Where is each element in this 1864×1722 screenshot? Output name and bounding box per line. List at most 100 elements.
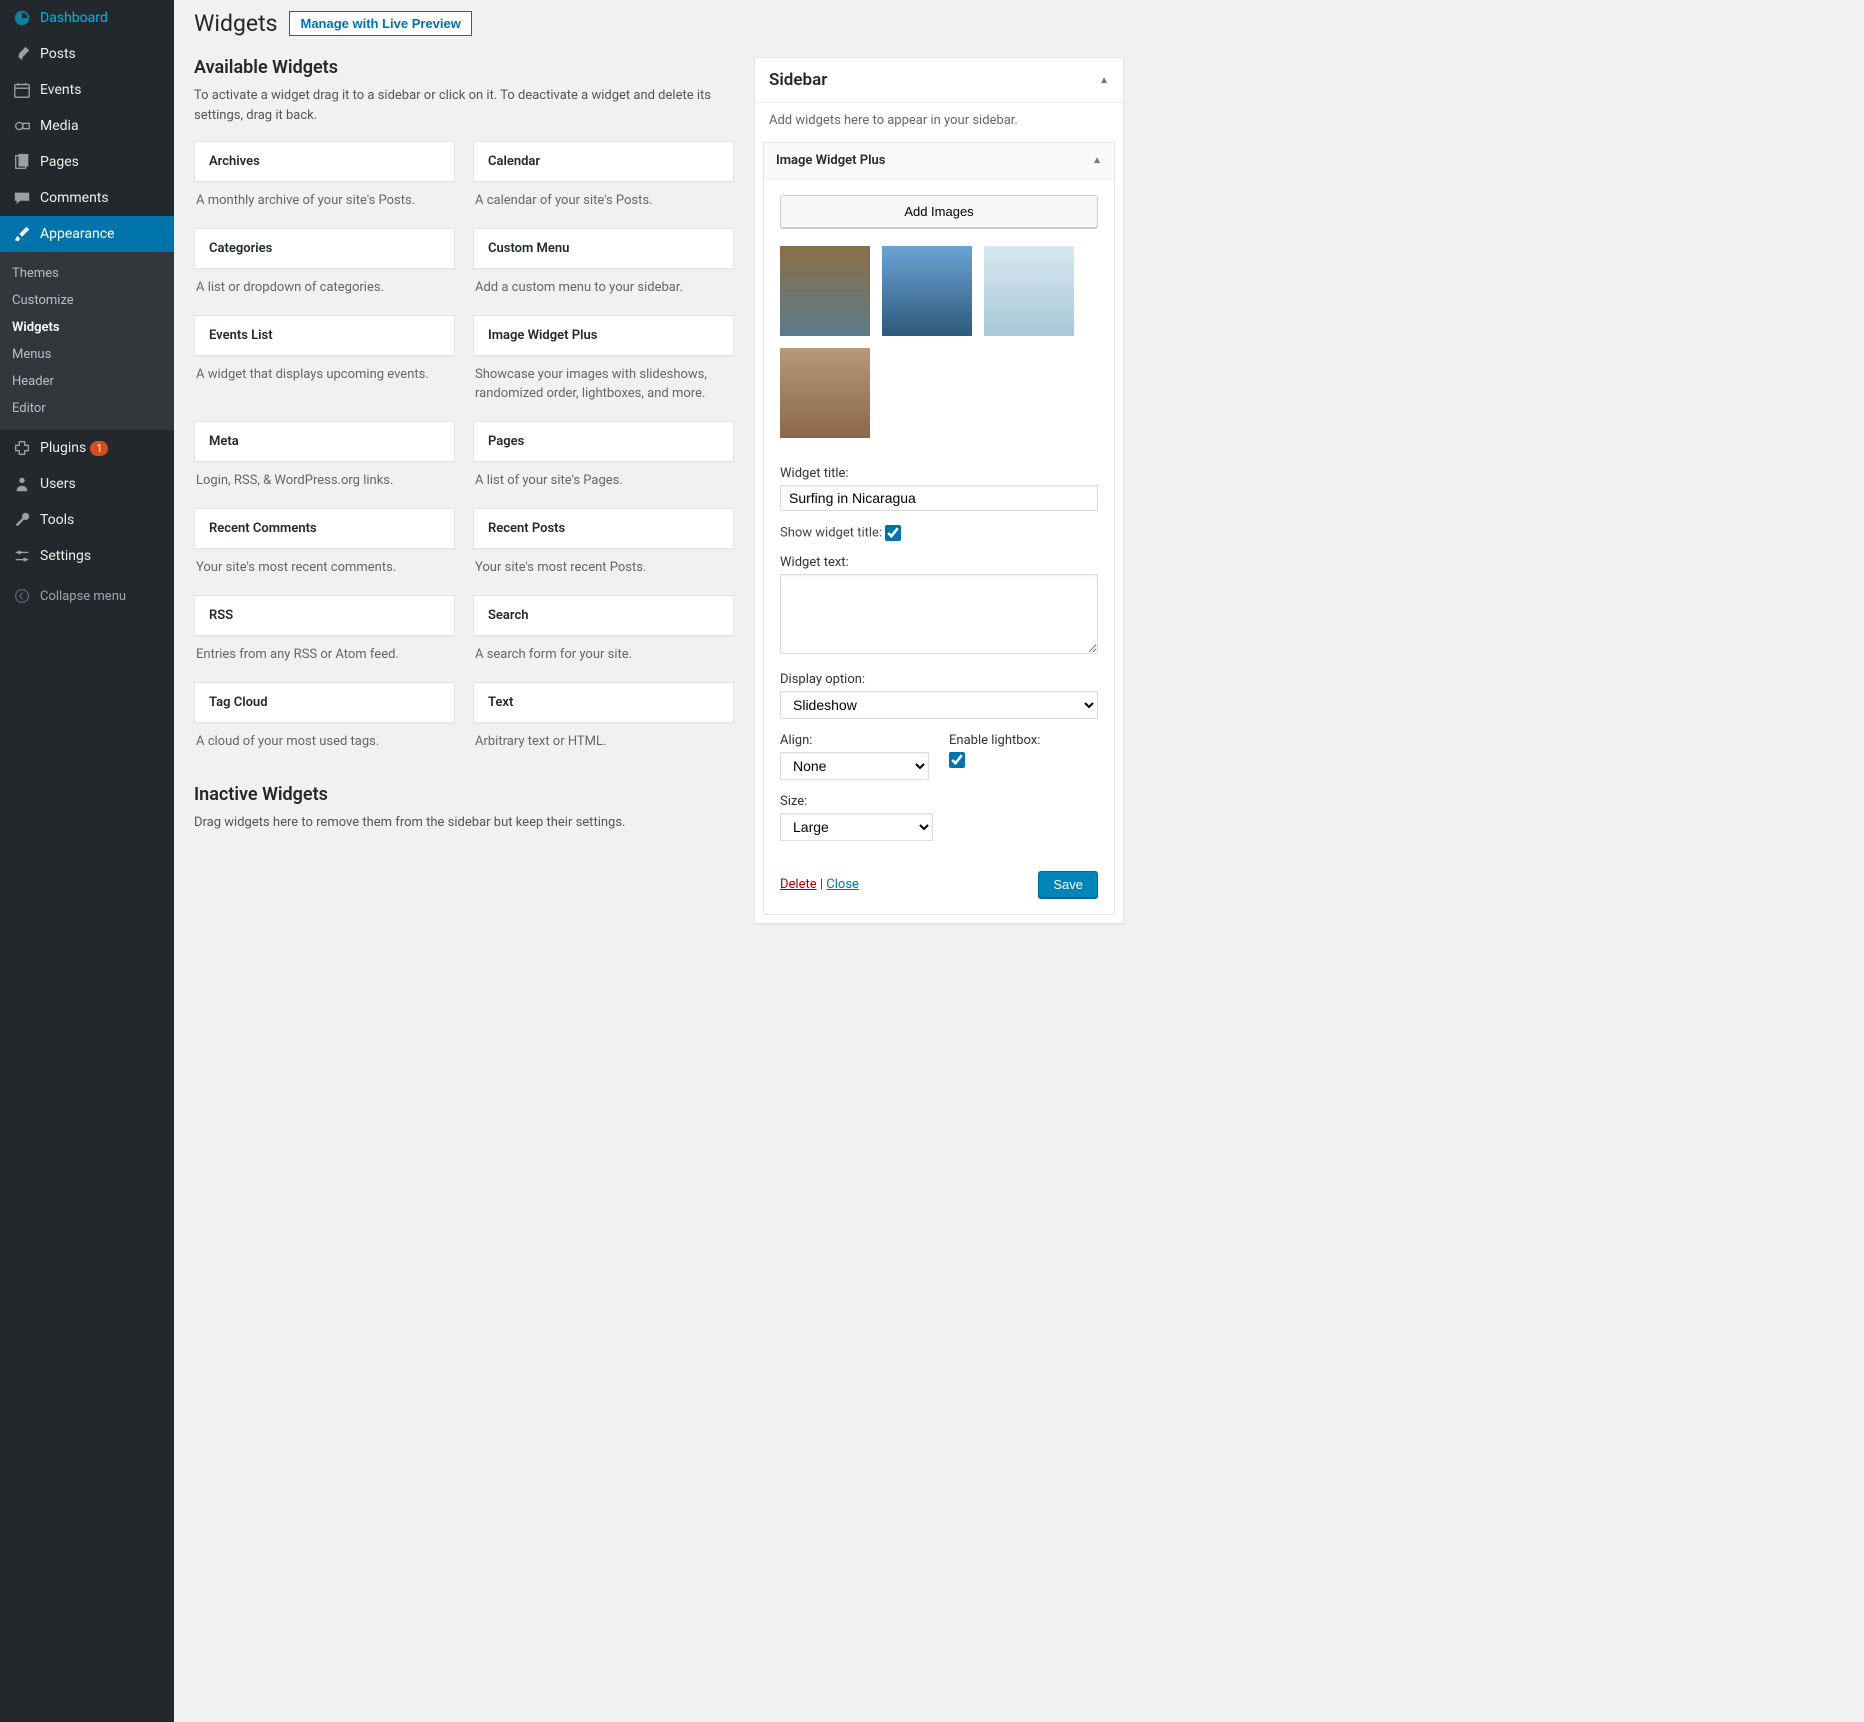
menu-label: Settings bbox=[40, 548, 91, 564]
align-label: Align: bbox=[780, 733, 929, 748]
image-thumb[interactable] bbox=[780, 246, 870, 336]
available-widgets-title: Available Widgets bbox=[194, 57, 734, 78]
available-widget[interactable]: Recent Posts bbox=[473, 508, 734, 549]
widget-description: Add a custom menu to your sidebar. bbox=[473, 269, 734, 301]
media-icon bbox=[12, 116, 32, 136]
widget-instance-panel: Image Widget Plus ▲ Add Images bbox=[763, 142, 1115, 915]
comment-icon bbox=[12, 188, 32, 208]
widget-description: A calendar of your site's Posts. bbox=[473, 182, 734, 214]
menu-label: Posts bbox=[40, 46, 76, 62]
size-select[interactable]: Large bbox=[780, 813, 933, 841]
dashboard-icon bbox=[12, 8, 32, 28]
available-widget[interactable]: Custom Menu bbox=[473, 228, 734, 269]
widget-description: A cloud of your most used tags. bbox=[194, 723, 455, 755]
available-widget[interactable]: RSS bbox=[194, 595, 455, 636]
menu-label: Collapse menu bbox=[40, 589, 126, 604]
menu-collapse[interactable]: Collapse menu bbox=[0, 578, 174, 614]
plugins-badge: 1 bbox=[90, 441, 108, 456]
live-preview-button[interactable]: Manage with Live Preview bbox=[289, 11, 471, 36]
sidebar-header[interactable]: Sidebar ▲ bbox=[755, 58, 1123, 103]
menu-label: Pages bbox=[40, 154, 79, 170]
align-select[interactable]: None bbox=[780, 752, 929, 780]
caret-up-icon: ▲ bbox=[1092, 155, 1102, 166]
display-option-select[interactable]: Slideshow bbox=[780, 691, 1098, 719]
widget-name: RSS bbox=[209, 608, 440, 623]
menu-settings[interactable]: Settings bbox=[0, 538, 174, 574]
available-widget[interactable]: Archives bbox=[194, 141, 455, 182]
widget-description: Entries from any RSS or Atom feed. bbox=[194, 636, 455, 668]
menu-tools[interactable]: Tools bbox=[0, 502, 174, 538]
image-thumbnails bbox=[780, 246, 1098, 438]
submenu-widgets[interactable]: Widgets bbox=[0, 314, 174, 341]
widget-description: A monthly archive of your site's Posts. bbox=[194, 182, 455, 214]
menu-pages[interactable]: Pages bbox=[0, 144, 174, 180]
available-widget[interactable]: Pages bbox=[473, 421, 734, 462]
menu-dashboard[interactable]: Dashboard bbox=[0, 0, 174, 36]
image-thumb[interactable] bbox=[882, 246, 972, 336]
widget-instance-header[interactable]: Image Widget Plus ▲ bbox=[764, 143, 1114, 179]
brush-icon bbox=[12, 224, 32, 244]
menu-label: Media bbox=[40, 118, 79, 134]
widget-description: Your site's most recent Posts. bbox=[473, 549, 734, 581]
user-icon bbox=[12, 474, 32, 494]
lightbox-checkbox[interactable] bbox=[949, 752, 965, 768]
widget-description: A search form for your site. bbox=[473, 636, 734, 668]
menu-events[interactable]: Events bbox=[0, 72, 174, 108]
submenu-themes[interactable]: Themes bbox=[0, 260, 174, 287]
menu-comments[interactable]: Comments bbox=[0, 180, 174, 216]
widget-name: Events List bbox=[209, 328, 440, 343]
lightbox-label: Enable lightbox: bbox=[949, 733, 1098, 748]
widget-title-input[interactable] bbox=[780, 485, 1098, 511]
caret-up-icon: ▲ bbox=[1099, 75, 1109, 86]
widget-name: Custom Menu bbox=[488, 241, 719, 256]
size-label: Size: bbox=[780, 794, 933, 809]
widget-description: A widget that displays upcoming events. bbox=[194, 356, 455, 388]
widget-description: Your site's most recent comments. bbox=[194, 549, 455, 581]
image-thumb[interactable] bbox=[780, 348, 870, 438]
delete-link[interactable]: Delete bbox=[780, 877, 817, 892]
page-title: Widgets bbox=[194, 10, 277, 37]
widget-text-label: Widget text: bbox=[780, 555, 1098, 570]
available-widget[interactable]: Image Widget Plus bbox=[473, 315, 734, 356]
available-widget[interactable]: Tag Cloud bbox=[194, 682, 455, 723]
sidebar-title: Sidebar bbox=[769, 70, 827, 90]
available-widget[interactable]: Recent Comments bbox=[194, 508, 455, 549]
menu-users[interactable]: Users bbox=[0, 466, 174, 502]
available-widget[interactable]: Meta bbox=[194, 421, 455, 462]
available-widget[interactable]: Calendar bbox=[473, 141, 734, 182]
widget-name: Archives bbox=[209, 154, 440, 169]
menu-plugins[interactable]: Plugins 1 bbox=[0, 430, 174, 466]
collapse-icon bbox=[12, 586, 32, 606]
available-widget[interactable]: Events List bbox=[194, 315, 455, 356]
widget-description: Login, RSS, & WordPress.org links. bbox=[194, 462, 455, 494]
widget-instance-name: Image Widget Plus bbox=[776, 153, 885, 168]
image-thumb[interactable] bbox=[984, 246, 1074, 336]
widget-description: A list or dropdown of categories. bbox=[194, 269, 455, 301]
menu-media[interactable]: Media bbox=[0, 108, 174, 144]
sidebar-panel: Sidebar ▲ Add widgets here to appear in … bbox=[754, 57, 1124, 924]
available-widget[interactable]: Categories bbox=[194, 228, 455, 269]
menu-label: Appearance bbox=[40, 226, 114, 242]
available-widget[interactable]: Text bbox=[473, 682, 734, 723]
submenu-header[interactable]: Header bbox=[0, 368, 174, 395]
show-title-checkbox[interactable] bbox=[885, 525, 901, 541]
widget-name: Search bbox=[488, 608, 719, 623]
sidebar-desc: Add widgets here to appear in your sideb… bbox=[755, 103, 1123, 142]
widget-description: A list of your site's Pages. bbox=[473, 462, 734, 494]
close-link[interactable]: Close bbox=[826, 877, 859, 892]
submenu-customize[interactable]: Customize bbox=[0, 287, 174, 314]
submenu-menus[interactable]: Menus bbox=[0, 341, 174, 368]
add-images-button[interactable]: Add Images bbox=[780, 195, 1098, 228]
menu-appearance[interactable]: Appearance bbox=[0, 216, 174, 252]
submenu-editor[interactable]: Editor bbox=[0, 395, 174, 422]
available-widget[interactable]: Search bbox=[473, 595, 734, 636]
pin-icon bbox=[12, 44, 32, 64]
available-widgets-grid: Archives A monthly archive of your site's… bbox=[194, 141, 734, 756]
widget-name: Pages bbox=[488, 434, 719, 449]
menu-label: Dashboard bbox=[40, 10, 108, 26]
widget-name: Tag Cloud bbox=[209, 695, 440, 710]
appearance-submenu: Themes Customize Widgets Menus Header Ed… bbox=[0, 252, 174, 430]
menu-posts[interactable]: Posts bbox=[0, 36, 174, 72]
widget-text-input[interactable] bbox=[780, 574, 1098, 654]
save-button[interactable]: Save bbox=[1038, 871, 1098, 898]
